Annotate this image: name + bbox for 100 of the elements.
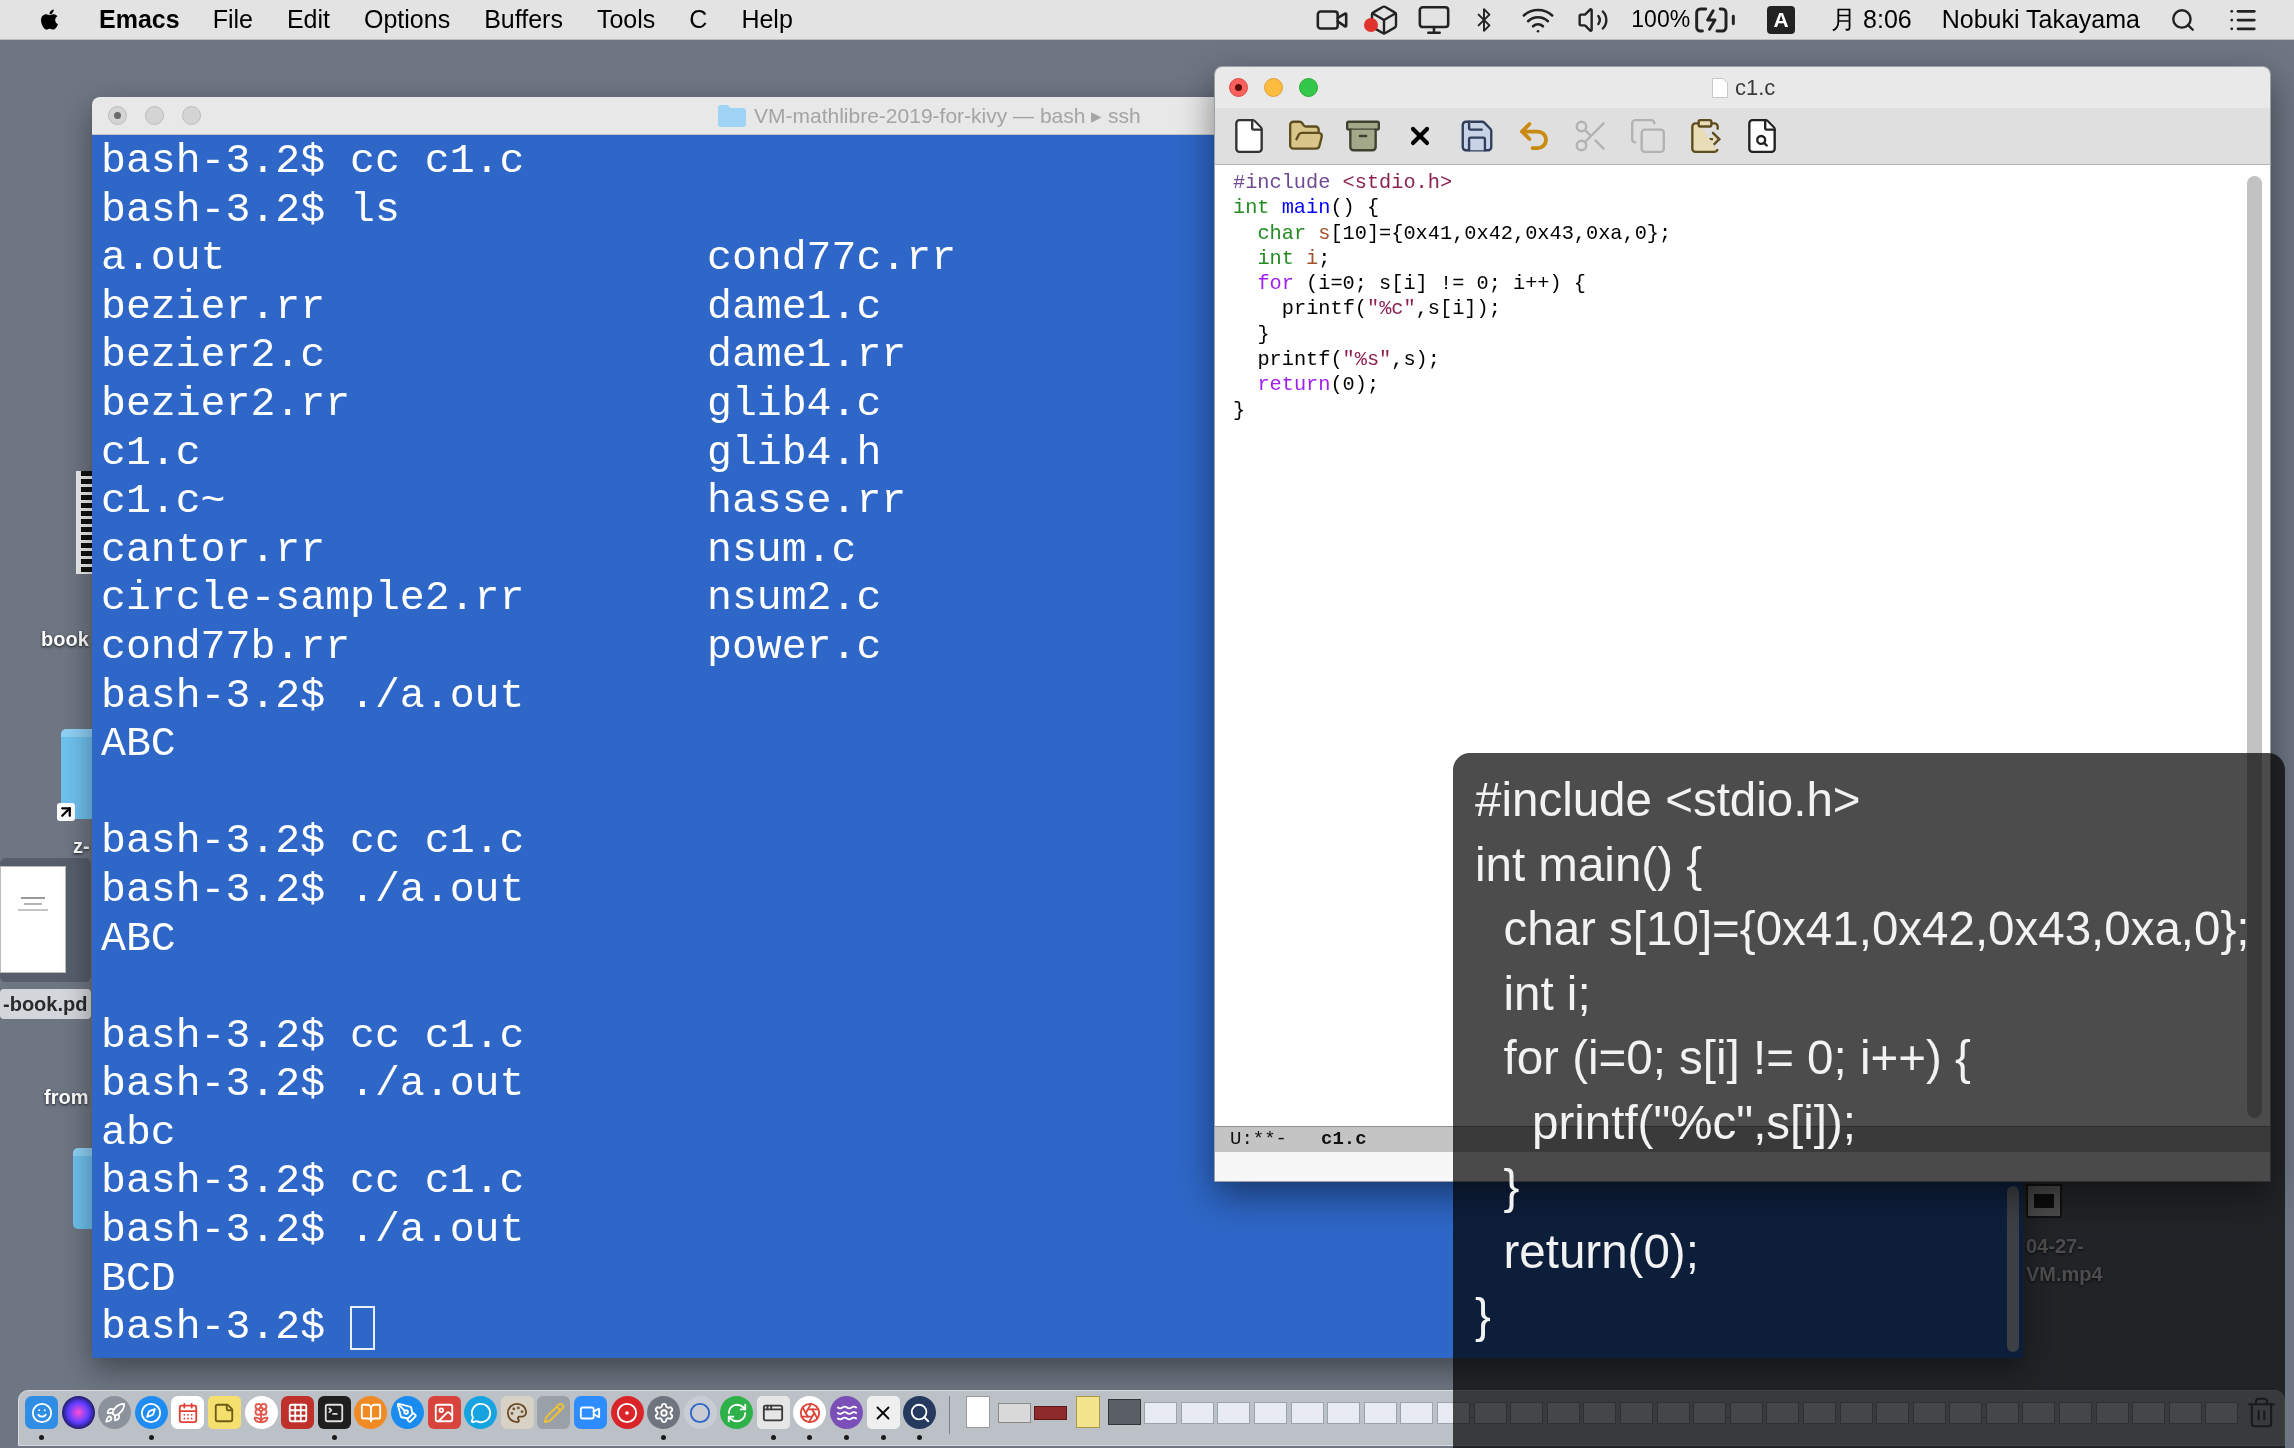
file-label[interactable]: from — [44, 1082, 89, 1112]
file-name: cond77c.rr — [707, 234, 957, 282]
code-line: int main() { — [1233, 195, 1380, 221]
rocket-icon[interactable] — [98, 1396, 132, 1429]
target-icon[interactable] — [610, 1396, 644, 1429]
window-thumbnail[interactable] — [1144, 1402, 1178, 1424]
x-mark-icon[interactable] — [866, 1396, 900, 1429]
overlay-code-line: int i; — [1503, 965, 1591, 1022]
window-icon[interactable] — [756, 1396, 790, 1429]
magnifier-icon[interactable] — [903, 1396, 937, 1429]
close-button[interactable] — [1229, 78, 1248, 97]
terminal-line: bash-3.2$ ls — [101, 185, 400, 235]
ring-icon[interactable] — [683, 1396, 717, 1429]
menu-item[interactable]: Buffers — [484, 0, 563, 39]
chat-bubble-icon[interactable] — [464, 1396, 498, 1429]
window-thumbnail[interactable] — [1075, 1396, 1100, 1428]
file-name: dame1.c — [707, 282, 882, 330]
file-name: a.out — [101, 234, 226, 282]
window-thumbnail[interactable] — [1400, 1402, 1434, 1424]
file-name: cantor.rr — [101, 525, 326, 573]
compass-icon[interactable] — [134, 1396, 168, 1429]
terminal-line: bash-3.2$ ./a.out — [101, 1060, 525, 1109]
buffer-name: c1.c — [1321, 1127, 1367, 1153]
grid-icon[interactable] — [281, 1396, 315, 1429]
terminal-line: ABC — [101, 914, 176, 964]
code-line: } — [1233, 397, 1246, 423]
zoom-button[interactable] — [1299, 78, 1318, 97]
document-icon — [1712, 77, 1728, 98]
overlay-code-line: int main() { — [1475, 836, 1703, 893]
menu-item[interactable]: Tools — [596, 0, 656, 39]
terminal-icon[interactable] — [317, 1396, 351, 1429]
window-thumbnail[interactable] — [1327, 1402, 1361, 1424]
menu-item[interactable]: Edit — [286, 0, 330, 39]
note-icon[interactable] — [207, 1396, 241, 1429]
terminal-line: ABC — [101, 720, 176, 769]
user-name[interactable]: Nobuki Takayama — [1941, 0, 2140, 39]
file-name: dame1.rr — [707, 331, 907, 379]
window-thumbnail[interactable] — [1254, 1402, 1287, 1424]
file-name: c1.c — [101, 428, 201, 476]
menu-item[interactable]: Options — [364, 0, 451, 39]
file-label[interactable]: -book.pd — [0, 989, 91, 1019]
file-label[interactable]: book — [41, 624, 89, 654]
buffer-status: U:**- — [1230, 1127, 1287, 1153]
overlay-code-line: printf("%c",s[i]); — [1532, 1094, 1857, 1151]
file-name: bezier2.c — [101, 331, 326, 379]
window-thumbnail[interactable] — [1034, 1406, 1068, 1420]
orb-icon[interactable] — [61, 1396, 95, 1429]
window-thumbnail[interactable] — [1290, 1402, 1324, 1424]
window-thumbnail[interactable] — [965, 1396, 990, 1428]
file-name: bezier.rr — [101, 282, 326, 330]
aperture-icon[interactable] — [793, 1396, 827, 1429]
input-source-indicator[interactable]: A — [1767, 5, 1796, 34]
battery-percentage: 100% — [1631, 5, 1691, 35]
window-thumbnail[interactable] — [997, 1403, 1031, 1423]
overlay-code-line: char s[10]={0x41,0x42,0x43,0xa,0}; — [1503, 901, 2250, 957]
code-line: char s[10]={0x41,0x42,0x43,0xa,0}; — [1257, 220, 1672, 246]
folder-icon — [718, 104, 746, 127]
folder-icon[interactable] — [61, 729, 92, 819]
waves-icon[interactable] — [830, 1396, 864, 1429]
terminal-line: BCD — [101, 1254, 176, 1304]
window-title: c1.c — [1735, 74, 1776, 102]
overlay-code-line: for (i=0; s[i] != 0; i++) { — [1503, 1030, 1971, 1086]
window-thumbnail[interactable] — [1180, 1402, 1214, 1424]
terminal-line: bash-3.2$ ./a.out — [101, 671, 525, 721]
code-line: for (i=0; s[i] != 0; i++) { — [1257, 271, 1586, 297]
file-name: hasse.rr — [707, 477, 907, 525]
menu-item[interactable]: C — [689, 0, 708, 39]
apple-icon[interactable] — [40, 8, 59, 31]
terminal-line: bash-3.2$ — [101, 1303, 326, 1352]
file-name: glib4.c — [707, 379, 882, 427]
file-name: circle-sample2.rr — [101, 574, 525, 622]
block-cursor-icon — [350, 1305, 376, 1350]
code-line: printf("%c",s[i]); — [1281, 296, 1501, 322]
file-name: power.c — [707, 622, 882, 670]
file-label[interactable]: z- — [73, 831, 90, 861]
overlay-code-line: } — [1475, 1288, 1491, 1344]
palette-icon[interactable] — [500, 1396, 534, 1429]
app-menu[interactable]: Emacs — [99, 0, 180, 39]
code-line: int i; — [1257, 245, 1331, 272]
window-thumbnail[interactable] — [1107, 1399, 1141, 1425]
terminal-line: abc — [101, 1108, 176, 1158]
search-icon[interactable] — [2170, 6, 2196, 33]
pen-nib-icon[interactable] — [390, 1396, 424, 1429]
terminal-line: bash-3.2$ ./a.out — [101, 1206, 525, 1255]
flower-icon[interactable] — [244, 1396, 278, 1429]
window-thumbnail[interactable] — [1217, 1402, 1251, 1424]
code-line: } — [1257, 321, 1270, 348]
clock[interactable]: 月 8:06 — [1831, 0, 1912, 39]
overlay-code-line: return(0); — [1503, 1223, 1699, 1280]
terminal-line: bash-3.2$ cc c1.c — [101, 817, 525, 866]
file-name: c1.c~ — [101, 477, 226, 525]
film-strip-icon[interactable] — [76, 471, 92, 574]
menu-item[interactable]: Help — [741, 0, 793, 39]
file-name: nsum.c — [707, 525, 857, 573]
image-icon[interactable] — [427, 1396, 461, 1429]
menu-item[interactable]: File — [212, 0, 253, 39]
smiling-face-icon[interactable] — [25, 1396, 58, 1429]
calendar-icon[interactable] — [171, 1396, 205, 1429]
gear-icon[interactable] — [647, 1396, 681, 1429]
window-thumbnail[interactable] — [1363, 1402, 1397, 1424]
